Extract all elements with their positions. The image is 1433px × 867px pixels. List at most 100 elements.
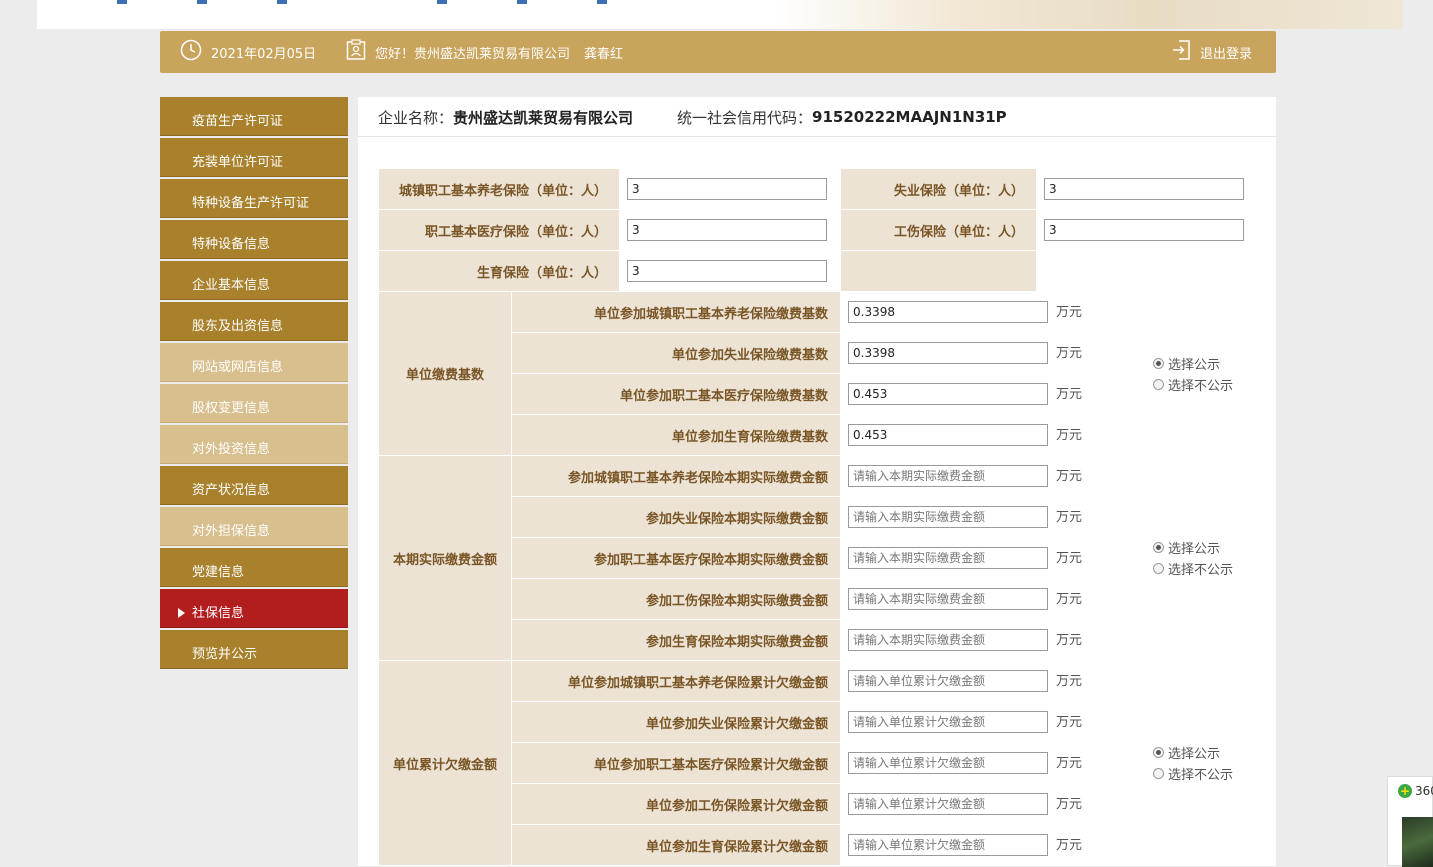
actual-input-cell: 万元 <box>840 619 1147 661</box>
logout-icon <box>1171 39 1191 65</box>
sidebar-item-label: 特种设备生产许可证 <box>192 196 310 211</box>
base-row-label: 单位参加失业保险缴费基数 <box>511 332 841 374</box>
sidebar-item[interactable]: 特种设备信息 <box>160 220 348 259</box>
sidebar-item[interactable]: 社保信息 <box>160 589 348 628</box>
divider <box>358 136 1276 137</box>
sidebar-item[interactable]: 对外担保信息 <box>160 507 348 546</box>
sidebar-item[interactable]: 党建信息 <box>160 548 348 587</box>
unit-label: 万元 <box>1056 838 1083 853</box>
base-amount-input[interactable] <box>848 383 1048 405</box>
arrears-amount-input[interactable] <box>848 793 1048 815</box>
actual-amount-input[interactable] <box>848 588 1048 610</box>
radio-publish[interactable]: 选择公示 <box>1153 742 1252 763</box>
table-row: 本期实际缴费金额参加城镇职工基本养老保险本期实际缴费金额万元选择公示选择不公示 <box>378 455 1253 661</box>
radio-no-publish[interactable]: 选择不公示 <box>1153 763 1252 784</box>
medical-count-input[interactable] <box>627 219 827 241</box>
arrears-input-cell: 万元 <box>840 660 1147 702</box>
logout-button[interactable]: 退出登录 <box>1171 31 1252 73</box>
maternity-count-input[interactable] <box>627 260 827 282</box>
radio-checked-icon <box>1153 357 1164 369</box>
bookmark-mark <box>197 0 207 4</box>
actual-publish-options: 选择公示 选择不公示 <box>1146 455 1253 661</box>
sidebar-item-label: 对外投资信息 <box>192 442 271 457</box>
pension-count-input[interactable] <box>627 178 827 200</box>
actual-amount-input[interactable] <box>848 465 1048 487</box>
radio-no-publish[interactable]: 选择不公示 <box>1153 558 1252 579</box>
base-amount-input[interactable] <box>848 424 1048 446</box>
social-insurance-table: 城镇职工基本养老保险（单位：人） 失业保险（单位：人） 职工基本医疗保险（单位：… <box>378 168 1253 866</box>
actual-input-cell: 万元 <box>840 455 1147 497</box>
sidebar-item[interactable]: 网站或网店信息 <box>160 343 348 382</box>
radio-no-publish-label: 选择不公示 <box>1168 768 1234 783</box>
arrears-amount-input[interactable] <box>848 711 1048 733</box>
radio-publish[interactable]: 选择公示 <box>1153 537 1252 558</box>
base-input-cell: 万元 <box>840 373 1147 415</box>
unit-label: 万元 <box>1056 387 1083 402</box>
actual-amount-input[interactable] <box>848 506 1048 528</box>
bookmark-mark <box>277 0 287 4</box>
credit-code-label: 统一社会信用代码： <box>677 108 813 127</box>
arrears-publish-options: 选择公示 选择不公示 <box>1146 660 1253 866</box>
arrears-row-label: 单位参加工伤保险累计欠缴金额 <box>511 783 841 825</box>
actual-row-label: 参加工伤保险本期实际缴费金额 <box>511 578 841 620</box>
unit-label: 万元 <box>1056 428 1083 443</box>
table-row: 单位缴费基数单位参加城镇职工基本养老保险缴费基数万元选择公示选择不公示 <box>378 291 1253 456</box>
arrears-input-cell: 万元 <box>840 701 1147 743</box>
radio-publish-label: 选择公示 <box>1168 357 1221 373</box>
arrears-row-label: 单位参加失业保险累计欠缴金额 <box>511 701 841 743</box>
sidebar-item[interactable]: 充装单位许可证 <box>160 138 348 177</box>
empty-cell <box>1036 250 1253 292</box>
injury-count-cell <box>1036 209 1253 251</box>
sidebar-item-label: 股东及出资信息 <box>192 319 284 334</box>
base-amount-input[interactable] <box>848 342 1048 364</box>
company-info: 企业名称： 贵州盛达凯莱贸易有限公司 统一社会信用代码： 91520222MAA… <box>378 97 1007 137</box>
radio-unchecked-icon <box>1153 563 1164 574</box>
company-name: 贵州盛达凯莱贸易有限公司 <box>453 108 634 127</box>
sidebar-item-label: 党建信息 <box>192 565 245 580</box>
actual-input-cell: 万元 <box>840 496 1147 538</box>
arrears-amount-input[interactable] <box>848 834 1048 856</box>
clock-icon <box>180 39 202 65</box>
actual-row-label: 参加生育保险本期实际缴费金额 <box>511 619 841 661</box>
injury-count-input[interactable] <box>1044 219 1244 241</box>
sidebar-item[interactable]: 企业基本信息 <box>160 261 348 300</box>
unit-label: 万元 <box>1056 715 1083 730</box>
unit-label: 万元 <box>1056 510 1083 525</box>
bookmark-mark <box>517 0 527 4</box>
sidebar-item[interactable]: 股东及出资信息 <box>160 302 348 341</box>
sidebar-item-label: 疫苗生产许可证 <box>192 114 284 129</box>
header-date: 2021年02月05日 <box>180 31 316 73</box>
bookmark-mark <box>117 0 127 4</box>
arrears-row-label: 单位参加生育保险累计欠缴金额 <box>511 824 841 866</box>
bookmark-mark <box>597 0 607 4</box>
arrears-amount-input[interactable] <box>848 752 1048 774</box>
360-thumbnail <box>1402 817 1433 867</box>
content-panel: 企业名称： 贵州盛达凯莱贸易有限公司 统一社会信用代码： 91520222MAA… <box>358 97 1276 866</box>
unit-label: 万元 <box>1056 592 1083 607</box>
sidebar-item-label: 对外担保信息 <box>192 524 271 539</box>
sidebar-item[interactable]: 预览并公示 <box>160 630 348 669</box>
unemployment-count-label: 失业保险（单位：人） <box>840 168 1037 210</box>
radio-publish[interactable]: 选择公示 <box>1153 353 1252 374</box>
radio-no-publish[interactable]: 选择不公示 <box>1153 374 1252 395</box>
sidebar-item[interactable]: 对外投资信息 <box>160 425 348 464</box>
sidebar-item[interactable]: 疫苗生产许可证 <box>160 97 348 136</box>
medical-count-label: 职工基本医疗保险（单位：人） <box>378 209 620 251</box>
sidebar-item[interactable]: 资产状况信息 <box>160 466 348 505</box>
arrears-amount-input[interactable] <box>848 670 1048 692</box>
unit-label: 万元 <box>1056 551 1083 566</box>
actual-amount-input[interactable] <box>848 547 1048 569</box>
sidebar-item[interactable]: 特种设备生产许可证 <box>160 179 348 218</box>
banner-decoration <box>773 0 1403 29</box>
base-publish-options: 选择公示 选择不公示 <box>1146 291 1253 456</box>
sidebar-item-label: 网站或网店信息 <box>192 360 284 375</box>
bookmark-mark <box>437 0 447 4</box>
header-user: 您好！贵州盛达凯莱贸易有限公司 龚春红 <box>346 31 623 73</box>
actual-amount-input[interactable] <box>848 629 1048 651</box>
sidebar-item[interactable]: 股权变更信息 <box>160 384 348 423</box>
360-floating-widget[interactable]: + 360 <box>1387 776 1433 867</box>
base-amount-input[interactable] <box>848 301 1048 323</box>
unit-label: 万元 <box>1056 674 1083 689</box>
unit-label: 万元 <box>1056 346 1083 361</box>
unemployment-count-input[interactable] <box>1044 178 1244 200</box>
